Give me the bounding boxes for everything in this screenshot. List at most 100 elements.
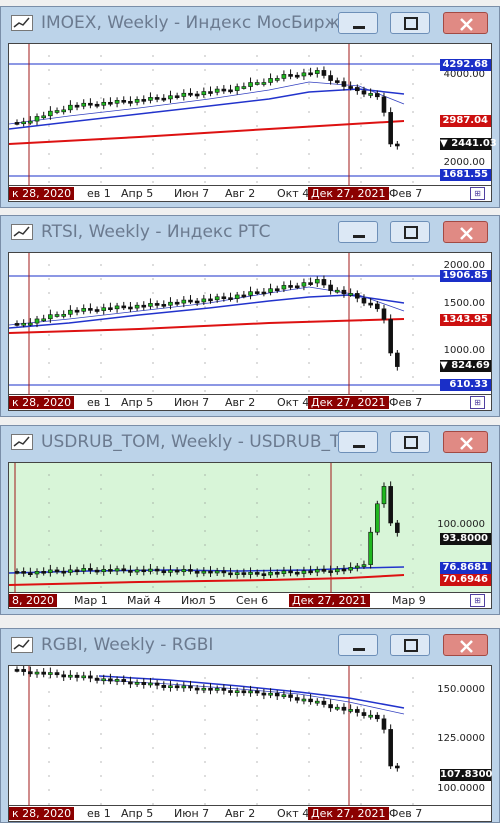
title-bar[interactable]: RTSI, Weekly - Индекс РТС bbox=[1, 216, 499, 248]
grid-dot bbox=[308, 586, 310, 588]
candle-bear bbox=[94, 309, 100, 312]
grid-dot bbox=[100, 586, 102, 588]
candle-bear bbox=[41, 671, 46, 675]
grid-dot bbox=[152, 264, 154, 266]
candle-bull bbox=[201, 91, 207, 96]
minimize-button[interactable] bbox=[338, 634, 378, 656]
close-button[interactable] bbox=[443, 431, 488, 453]
grid-dot bbox=[152, 153, 154, 155]
minimize-button[interactable] bbox=[338, 221, 378, 243]
candle-bull bbox=[168, 685, 173, 689]
grid-dot bbox=[256, 677, 258, 679]
chart-window-usdrub[interactable]: USDRUB_TOM, Weekly - USDRUB_T... 100.000… bbox=[0, 425, 500, 615]
close-button[interactable] bbox=[443, 12, 488, 34]
chart-window-imoex[interactable]: IMOEX, Weekly - Индекс МосБиржи 4000.00 … bbox=[0, 6, 500, 208]
grid-dot bbox=[48, 292, 50, 294]
grid-dot bbox=[204, 803, 206, 805]
candle-bull bbox=[61, 314, 67, 317]
chart-control-icon[interactable]: ⊞ bbox=[470, 594, 485, 607]
time-label: Апр 5 bbox=[121, 396, 154, 409]
grid-dot bbox=[48, 691, 50, 693]
grid-dot bbox=[48, 488, 50, 490]
candle-bear bbox=[194, 571, 200, 574]
grid-dot bbox=[152, 181, 154, 183]
grid-dot bbox=[308, 733, 310, 735]
candle-bull bbox=[148, 303, 153, 307]
time-label: Мар 9 bbox=[392, 594, 426, 607]
axis-label: 1000.00 bbox=[443, 345, 485, 356]
candle-bear bbox=[221, 296, 227, 300]
chart-window-rgbi[interactable]: RGBI, Weekly - RGBI 150.0000 125.0000 10… bbox=[0, 628, 500, 823]
maximize-button[interactable] bbox=[390, 634, 430, 656]
title-bar[interactable]: IMOEX, Weekly - Индекс МосБиржи bbox=[1, 7, 499, 39]
grid-dot bbox=[152, 572, 154, 574]
candle-bear bbox=[334, 80, 340, 83]
minimize-button[interactable] bbox=[338, 431, 378, 453]
grid-dot bbox=[360, 55, 362, 57]
title-bar[interactable]: RGBI, Weekly - RGBI bbox=[1, 629, 499, 661]
grid-dot bbox=[204, 334, 206, 336]
time-label: Авг 2 bbox=[225, 807, 256, 820]
price-label-last: ▼ 2441.03 bbox=[440, 138, 497, 150]
candle-bear bbox=[228, 297, 233, 300]
chart-window-rtsi[interactable]: RTSI, Weekly - Индекс РТС 2000.00 1500.0… bbox=[0, 215, 500, 417]
maximize-button[interactable] bbox=[390, 431, 430, 453]
axis-label: 100.0000 bbox=[437, 519, 485, 530]
grid-dot bbox=[256, 803, 258, 805]
candle-bull bbox=[21, 322, 26, 326]
grid-dot bbox=[412, 97, 414, 99]
grid-dot bbox=[152, 705, 154, 707]
candle-bear bbox=[108, 569, 113, 572]
grid-dot bbox=[308, 83, 310, 85]
grid-dot bbox=[48, 733, 50, 735]
candle-bull bbox=[281, 694, 287, 698]
candle-bear bbox=[154, 568, 160, 572]
candle-bull bbox=[314, 569, 320, 573]
candle-bull bbox=[81, 675, 87, 679]
axis-label: 2000.00 bbox=[443, 157, 485, 168]
close-icon bbox=[460, 640, 473, 653]
close-icon bbox=[460, 18, 473, 31]
candle-bear bbox=[194, 93, 200, 97]
maximize-button[interactable] bbox=[390, 12, 430, 34]
candle-bull bbox=[368, 531, 373, 565]
grid-dot bbox=[256, 69, 258, 71]
chart-control-icon[interactable]: ⊞ bbox=[470, 187, 485, 200]
grid-dot bbox=[360, 516, 362, 518]
close-button[interactable] bbox=[443, 634, 488, 656]
grid-dot bbox=[308, 153, 310, 155]
close-icon bbox=[460, 227, 473, 240]
candle-bull bbox=[281, 285, 287, 290]
candle-bear bbox=[381, 718, 387, 730]
candle-bear bbox=[14, 122, 20, 125]
grid-dot bbox=[100, 264, 102, 266]
grid-dot bbox=[308, 390, 310, 392]
grid-dot bbox=[360, 803, 362, 805]
price-chart-area[interactable]: 100.0000 93.8000 76.8681 70.6946 bbox=[8, 462, 492, 594]
close-button[interactable] bbox=[443, 221, 488, 243]
candle-bear bbox=[288, 285, 293, 288]
grid-dot bbox=[360, 733, 362, 735]
grid-dot bbox=[100, 558, 102, 560]
candle-bull bbox=[201, 687, 207, 691]
grid-dot bbox=[100, 390, 102, 392]
title-bar[interactable]: USDRUB_TOM, Weekly - USDRUB_T... bbox=[1, 426, 499, 458]
price-chart-area[interactable]: 150.0000 125.0000 100.0000 107.8300 bbox=[8, 665, 493, 807]
candle-bull bbox=[368, 714, 373, 718]
candle-bear bbox=[381, 308, 387, 320]
maximize-button[interactable] bbox=[390, 221, 430, 243]
candle-bear bbox=[274, 288, 280, 292]
price-chart-area[interactable]: 2000.00 1500.00 1000.00 1906.85 1343.95 … bbox=[8, 252, 492, 396]
grid-dot bbox=[152, 803, 154, 805]
minimize-button[interactable] bbox=[338, 12, 378, 34]
candle-bear bbox=[41, 571, 46, 574]
chart-control-icon[interactable]: ⊞ bbox=[470, 396, 485, 409]
candle-bear bbox=[188, 92, 193, 96]
price-chart-area[interactable]: 4000.00 2000.00 4292.68 2987.04 ▼ 2441.0… bbox=[8, 43, 497, 187]
grid-dot bbox=[412, 362, 414, 364]
candle-bear bbox=[221, 688, 227, 691]
candle-bull bbox=[334, 289, 340, 293]
candle-bull bbox=[48, 314, 53, 320]
grid-dot bbox=[360, 488, 362, 490]
candle-bull bbox=[248, 690, 253, 694]
